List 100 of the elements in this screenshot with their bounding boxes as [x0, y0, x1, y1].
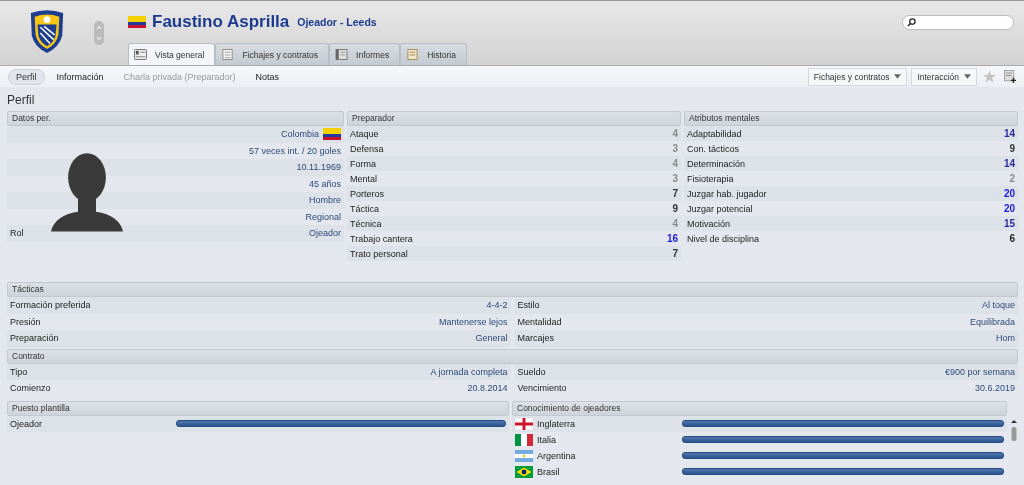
role-label: Ojeador — [10, 418, 44, 429]
attribute-value: 2 — [1009, 173, 1015, 184]
field-label: Tipo — [10, 366, 29, 377]
attribute-label: Trabajo cantera — [350, 233, 414, 244]
field-value: 4-4-2 — [486, 300, 508, 311]
field-value: 10.11.1969 — [296, 162, 341, 173]
field-label: Vencimiento — [517, 383, 568, 394]
caret-icon — [894, 74, 902, 79]
attribute-label: Fisioterapia — [687, 173, 735, 184]
subnav-tab[interactable]: Perfil — [8, 68, 45, 85]
attribute-label: Con. tácticos — [687, 143, 741, 154]
field-label: Sueldo — [517, 366, 547, 377]
subnav-tab[interactable]: Información — [48, 68, 112, 85]
attribute-value: 20 — [1003, 188, 1015, 199]
country-label: Argentina — [537, 450, 577, 461]
tab[interactable]: Fichajes y contratos — [215, 43, 330, 65]
field-value: Hombre — [309, 195, 341, 206]
caret-icon — [964, 74, 971, 79]
add-note-icon[interactable] — [1004, 70, 1016, 83]
tab[interactable]: Historia — [400, 43, 467, 65]
attribute-label: Porteros — [350, 188, 385, 199]
search-icon — [907, 18, 916, 27]
field-value: Al toque — [981, 300, 1015, 311]
field-value: Equilibrada — [969, 316, 1015, 327]
field-label: Estilo — [517, 300, 541, 311]
country-label: Brasil — [537, 466, 561, 477]
field-value: Colombia — [280, 129, 319, 140]
country-label: Italia — [537, 434, 557, 445]
field-value: 20.8.2014 — [467, 383, 508, 394]
scroll-icon — [406, 49, 420, 60]
attribute-value: 9 — [1009, 143, 1015, 154]
flag-icon — [515, 417, 533, 430]
attribute-value: 6 — [1009, 233, 1015, 244]
up-down-stepper[interactable] — [94, 21, 104, 45]
field-value: Hom — [996, 333, 1015, 344]
attribute-value: 4 — [672, 128, 678, 139]
panel-header: Datos per. — [7, 111, 344, 126]
field-label: Mentalidad — [517, 316, 563, 327]
field-value: A jornada completa — [430, 366, 508, 377]
field-label: Comienzo — [10, 383, 52, 394]
tab[interactable]: Informes — [329, 43, 401, 65]
document-icon — [221, 49, 235, 60]
attribute-label: Forma — [350, 158, 377, 169]
attribute-value: 14 — [1003, 158, 1015, 169]
country-label: Inglaterra — [537, 418, 577, 429]
panel-header: Preparador — [347, 111, 681, 126]
attribute-label: Determinación — [687, 158, 747, 169]
flag-icon — [515, 449, 533, 462]
field-label: Presión — [10, 316, 42, 327]
id-card-icon — [134, 49, 147, 60]
field-label: Marcajes — [517, 333, 555, 344]
person-name: Faustino Asprilla — [152, 12, 290, 32]
star-icon[interactable] — [983, 70, 996, 83]
dropdown-button[interactable]: Fichajes y contratos — [807, 67, 908, 86]
field-value: 57 veces int. / 20 goles — [248, 145, 341, 156]
field-label: Preparación — [10, 333, 60, 344]
field-value: Mantenerse lejos — [438, 316, 508, 327]
search-field[interactable] — [902, 15, 1014, 30]
attribute-value: 16 — [666, 233, 678, 244]
attribute-value: 9 — [672, 203, 678, 214]
attribute-value: 4 — [672, 218, 678, 229]
panel-header: Contrato — [7, 348, 1018, 364]
panel-header: Tácticas — [7, 282, 1018, 297]
attribute-label: Nivel de disciplina — [687, 233, 761, 244]
flag-icon — [323, 128, 341, 141]
attribute-value: 7 — [672, 188, 678, 199]
tab[interactable]: Vista general — [128, 43, 216, 65]
flag-icon — [515, 433, 533, 446]
attribute-label: Ataque — [350, 128, 380, 139]
field-value: General — [475, 333, 508, 344]
attribute-value: 3 — [672, 173, 678, 184]
attribute-label: Juzgar potencial — [687, 203, 754, 214]
field-label: Rol — [10, 228, 24, 239]
attribute-value: 15 — [1003, 218, 1015, 229]
attribute-label: Adaptabilidad — [687, 128, 743, 139]
field-value: 30.6.2019 — [974, 383, 1015, 394]
attribute-value: 7 — [672, 248, 678, 259]
person-role: Ojeador - Leeds — [297, 16, 377, 28]
attribute-label: Trato personal — [350, 248, 409, 259]
dropdown-button[interactable]: Interacción — [911, 67, 977, 86]
panel-header: Puesto plantilla — [7, 400, 509, 416]
field-label: Formación preferida — [10, 300, 92, 311]
field-value: Ojeador — [308, 228, 341, 239]
field-value: Regional — [305, 211, 341, 222]
attribute-label: Mental — [350, 173, 378, 184]
page-title: Perfil — [7, 92, 36, 109]
book-icon — [335, 49, 349, 60]
attribute-label: Táctica — [350, 203, 380, 214]
attribute-label: Defensa — [350, 143, 385, 154]
attribute-label: Juzgar hab. jugador — [687, 188, 768, 199]
panel-header: Atributos mentales — [684, 111, 1018, 126]
flag-icon — [128, 16, 146, 28]
attribute-value: 4 — [672, 158, 678, 169]
subnav-tab[interactable]: Notas — [247, 68, 288, 85]
attribute-label: Técnica — [350, 218, 383, 229]
field-value: 45 años — [308, 178, 341, 189]
attribute-label: Motivación — [687, 218, 732, 229]
flag-icon — [515, 465, 533, 478]
field-value: €900 por semana — [944, 366, 1015, 377]
attribute-value: 3 — [672, 143, 678, 154]
